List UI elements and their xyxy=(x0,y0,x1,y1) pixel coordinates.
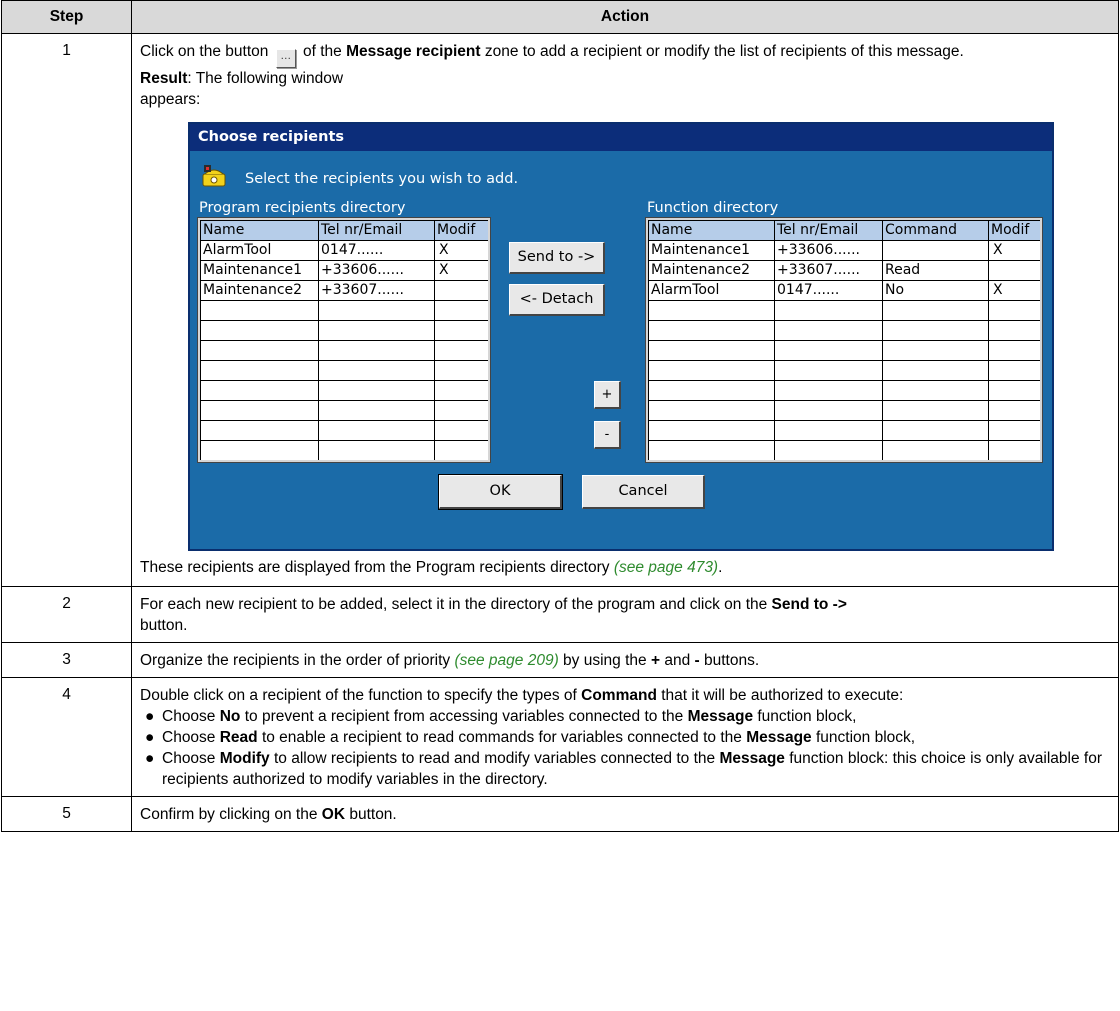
empty-row[interactable] xyxy=(648,420,1040,441)
column-header[interactable]: Tel nr/Email xyxy=(774,220,883,241)
telephone-icon xyxy=(201,164,227,188)
empty-row[interactable] xyxy=(200,360,488,381)
action-cell: Click on the button … of the Message rec… xyxy=(131,33,1119,587)
dialog-title: Choose recipients xyxy=(190,124,1052,151)
empty-row[interactable] xyxy=(648,340,1040,361)
grid-header-row: Name Tel nr/Email Modif xyxy=(200,220,488,241)
cancel-button[interactable]: Cancel xyxy=(582,475,705,509)
empty-row[interactable] xyxy=(648,320,1040,341)
step1-result-cont: appears: xyxy=(140,91,201,108)
bullet-icon: ● xyxy=(145,708,155,725)
empty-row[interactable] xyxy=(200,340,488,361)
detach-button[interactable]: <- Detach xyxy=(509,284,605,316)
empty-row[interactable] xyxy=(648,400,1040,421)
move-down-button[interactable]: - xyxy=(594,421,621,449)
step-number: 5 xyxy=(1,796,132,832)
step1-intro: Click on the button … of the Message rec… xyxy=(140,41,1110,68)
column-header[interactable]: Name xyxy=(200,220,319,241)
empty-row[interactable] xyxy=(200,380,488,401)
dialog-message: Select the recipients you wish to add. xyxy=(245,171,519,187)
table-row[interactable]: AlarmTool 0147...... X xyxy=(200,240,488,261)
choose-recipients-dialog: Choose recipients Select the recipients … xyxy=(188,122,1054,551)
empty-row[interactable] xyxy=(200,320,488,341)
empty-row[interactable] xyxy=(200,300,488,321)
page-reference-link[interactable]: (see page 473) xyxy=(614,559,718,576)
empty-row[interactable] xyxy=(648,300,1040,321)
bullet-icon: ● xyxy=(145,750,155,767)
table-row: 1 Click on the button … of the Message r… xyxy=(1,33,1119,587)
table-row: 3 Organize the recipients in the order o… xyxy=(1,642,1119,678)
action-cell: For each new recipient to be added, sele… xyxy=(131,586,1119,643)
action-cell: Double click on a recipient of the funct… xyxy=(131,677,1119,797)
empty-row[interactable] xyxy=(200,420,488,441)
function-directory-grid[interactable]: Name Tel nr/Email Command Modif Maintena… xyxy=(645,217,1043,463)
step-header: Step xyxy=(1,0,132,34)
column-header[interactable]: Modif xyxy=(434,220,488,241)
column-header[interactable]: Tel nr/Email xyxy=(318,220,435,241)
step4-intro: Double click on a recipient of the funct… xyxy=(140,687,904,704)
step1-outro: These recipients are displayed from the … xyxy=(140,559,723,576)
table-row[interactable]: Maintenance2 +33607...... Read xyxy=(648,260,1040,281)
page-reference-link[interactable]: (see page 209) xyxy=(454,652,558,669)
procedure-table: Step Action 1 Click on the button … of t… xyxy=(1,0,1119,832)
list-item: ● Choose Modify to allow recipients to r… xyxy=(145,750,1102,788)
table-row[interactable]: Maintenance1 +33606...... X xyxy=(648,240,1040,261)
column-header[interactable]: Modif xyxy=(988,220,1040,241)
table-row: 2 For each new recipient to be added, se… xyxy=(1,586,1119,643)
empty-row[interactable] xyxy=(200,400,488,421)
table-header-row: Step Action xyxy=(1,0,1119,34)
program-recipients-grid[interactable]: Name Tel nr/Email Modif AlarmTool 0147..… xyxy=(197,217,491,463)
ok-button[interactable]: OK xyxy=(438,474,563,510)
table-row[interactable]: Maintenance1 +33606...... X xyxy=(200,260,488,281)
step-number: 3 xyxy=(1,642,132,678)
move-up-button[interactable]: + xyxy=(594,381,621,409)
empty-row[interactable] xyxy=(648,440,1040,460)
step-number: 4 xyxy=(1,677,132,797)
table-row[interactable]: Maintenance2 +33607...... xyxy=(200,280,488,301)
command-options-list: ● Choose No to prevent a recipient from … xyxy=(140,706,1110,790)
list-item: ● Choose Read to enable a recipient to r… xyxy=(145,729,916,746)
step1-result: Result: The following window xyxy=(140,70,344,87)
list-item: ● Choose No to prevent a recipient from … xyxy=(145,708,857,725)
table-row: 4 Double click on a recipient of the fun… xyxy=(1,677,1119,797)
bullet-icon: ● xyxy=(145,729,155,746)
column-header[interactable]: Name xyxy=(648,220,775,241)
empty-row[interactable] xyxy=(648,380,1040,401)
action-cell: Organize the recipients in the order of … xyxy=(131,642,1119,678)
step-number: 1 xyxy=(1,33,132,587)
table-row: 5 Confirm by clicking on the OK button. xyxy=(1,796,1119,832)
ellipsis-button-icon: … xyxy=(275,49,296,68)
program-directory-label: Program recipients directory xyxy=(199,200,406,216)
action-header: Action xyxy=(131,0,1119,34)
send-to-button[interactable]: Send to -> xyxy=(509,242,605,274)
dialog-screenshot: Choose recipients Select the recipients … xyxy=(188,122,1110,551)
grid-header-row: Name Tel nr/Email Command Modif xyxy=(648,220,1040,241)
empty-row[interactable] xyxy=(648,360,1040,381)
action-cell: Confirm by clicking on the OK button. xyxy=(131,796,1119,832)
column-header[interactable]: Command xyxy=(882,220,989,241)
empty-row[interactable] xyxy=(200,440,488,460)
function-directory-label: Function directory xyxy=(647,200,779,216)
step-number: 2 xyxy=(1,586,132,643)
table-row[interactable]: AlarmTool 0147...... No X xyxy=(648,280,1040,301)
